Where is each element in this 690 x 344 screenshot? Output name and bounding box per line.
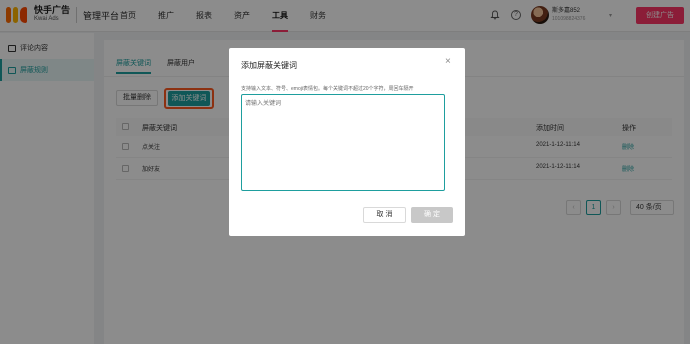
dialog-hint: 支持输入文本、符号、emoji表情包。每个关键词不超过20个字符，周回车隔开 — [241, 86, 414, 92]
cancel-button[interactable]: 取 消 — [363, 207, 406, 223]
keyword-textarea[interactable] — [241, 94, 445, 191]
dialog-title: 添加屏蔽关键词 — [241, 61, 297, 70]
close-icon[interactable]: × — [445, 56, 451, 67]
confirm-button[interactable]: 确 定 — [411, 207, 453, 223]
add-keyword-dialog: 添加屏蔽关键词 × 支持输入文本、符号、emoji表情包。每个关键词不超过20个… — [229, 48, 465, 236]
